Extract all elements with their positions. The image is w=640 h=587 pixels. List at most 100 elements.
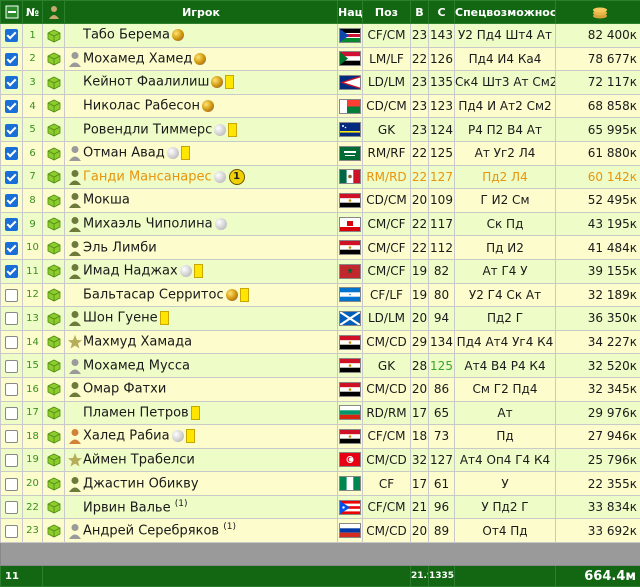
player-cell[interactable]: Шон Гуене [65, 307, 338, 331]
col-player[interactable]: Игрок [65, 1, 338, 24]
table-row[interactable]: 5Ровендли ТиммерсGK23124Р4 П2 В4 Ат65 99… [1, 118, 640, 142]
checkbox-icon[interactable] [5, 407, 18, 420]
player-name[interactable]: Эль Лимби [83, 240, 157, 255]
table-row[interactable]: 1Табо БеремаCF/CM23143У2 Пд4 Шт4 Ат82 40… [1, 24, 640, 48]
player-cell[interactable]: Мохамед Хамед [65, 47, 338, 71]
player-cell[interactable]: Мохамед Мусса [65, 354, 338, 378]
player-cell[interactable]: Бальтасар Серритос [65, 283, 338, 307]
checkbox-icon[interactable] [5, 454, 18, 467]
player-cell[interactable]: Пламен Петров [65, 401, 338, 425]
player-name[interactable]: Халед Рабиа [83, 429, 170, 444]
player-name[interactable]: Аймен Трабелси [83, 452, 195, 467]
player-cell[interactable]: Кейнот Фаалилиш [65, 71, 338, 95]
player-name[interactable]: Отман Авад [83, 146, 165, 161]
player-name[interactable]: Мохамед Хамед [83, 51, 192, 66]
row-checkbox[interactable] [1, 71, 23, 95]
player-name[interactable]: Мохамед Мусса [83, 358, 190, 373]
player-name[interactable]: Пламен Петров [83, 405, 189, 420]
row-checkbox[interactable] [1, 212, 23, 236]
player-cell[interactable]: Махмуд Хамада [65, 330, 338, 354]
player-cell[interactable]: Эль Лимби [65, 236, 338, 260]
player-cell[interactable]: Аймен Трабелси [65, 448, 338, 472]
checkbox-icon[interactable] [5, 383, 18, 396]
row-checkbox[interactable] [1, 236, 23, 260]
checkbox-icon[interactable] [5, 124, 18, 137]
row-checkbox[interactable] [1, 401, 23, 425]
col-specs[interactable]: Спецвозможности [455, 1, 556, 24]
select-all-header[interactable] [1, 1, 23, 24]
table-row[interactable]: 19Аймен ТрабелсиCM/CD32127Ат4 Оп4 Г4 К42… [1, 448, 640, 472]
player-cell[interactable]: Халед Рабиа [65, 425, 338, 449]
checkbox-icon[interactable] [5, 100, 18, 113]
checkbox-icon[interactable] [5, 194, 18, 207]
player-cell[interactable]: Мокша [65, 189, 338, 213]
row-checkbox[interactable] [1, 307, 23, 331]
table-row[interactable]: 2Мохамед ХамедLM/LF22126Пд4 И4 Ка478 677… [1, 47, 640, 71]
table-row[interactable]: 18Халед РабиаCF/CM1873Пд27 946к [1, 425, 640, 449]
player-name[interactable]: Андрей Серебряков [83, 524, 219, 539]
row-checkbox[interactable] [1, 377, 23, 401]
table-row[interactable]: 17Пламен ПетровRD/RM1765Ат29 976к [1, 401, 640, 425]
col-pos[interactable]: Поз [363, 1, 411, 24]
col-num[interactable]: № [23, 1, 43, 24]
table-row[interactable]: 14Махмуд ХамадаCM/CD29134Пд4 Ат4 Уг4 К43… [1, 330, 640, 354]
player-cell[interactable]: Николас Рабесон [65, 94, 338, 118]
row-checkbox[interactable] [1, 354, 23, 378]
player-name[interactable]: Махмуд Хамада [83, 335, 192, 350]
checkbox-icon[interactable] [5, 336, 18, 349]
table-row[interactable]: 12Бальтасар СерритосCF/LF1980У2 Г4 Ск Ат… [1, 283, 640, 307]
player-name[interactable]: Мокша [83, 193, 130, 208]
table-row[interactable]: 6Отман АвадRM/RF22125Ат Уг2 Л461 880к [1, 141, 640, 165]
checkbox-icon[interactable] [5, 430, 18, 443]
checkbox-icon[interactable] [5, 525, 18, 538]
row-checkbox[interactable] [1, 259, 23, 283]
col-nat[interactable]: Нац [338, 1, 363, 24]
row-checkbox[interactable] [1, 495, 23, 519]
row-checkbox[interactable] [1, 330, 23, 354]
table-row[interactable]: 10Эль ЛимбиCM/CF22112Пд И241 484к [1, 236, 640, 260]
col-value[interactable] [556, 1, 640, 24]
table-row[interactable]: 23Андрей Серебряков (1)CM/CD2089От4 Пд33… [1, 519, 640, 543]
row-checkbox[interactable] [1, 189, 23, 213]
player-name[interactable]: Омар Фатхи [83, 382, 166, 397]
player-name[interactable]: Николас Рабесон [83, 99, 200, 114]
table-row[interactable]: 9Михаэль ЧиполинаCM/CF22117Ск Пд43 195к [1, 212, 640, 236]
row-checkbox[interactable] [1, 24, 23, 48]
row-checkbox[interactable] [1, 118, 23, 142]
row-checkbox[interactable] [1, 519, 23, 543]
player-cell[interactable]: Михаэль Чиполина [65, 212, 338, 236]
checkbox-icon[interactable] [5, 171, 18, 184]
checkbox-icon[interactable] [5, 147, 18, 160]
player-name[interactable]: Ганди Мансанарес [83, 169, 212, 184]
row-checkbox[interactable] [1, 448, 23, 472]
table-row[interactable]: 4Николас РабесонCD/CM23123Пд4 И Ат2 См26… [1, 94, 640, 118]
table-row[interactable]: 22Ирвин Валье (1)CF/CM2196У Пд2 Г33 834к [1, 495, 640, 519]
player-cell[interactable]: Табо Берема [65, 24, 338, 48]
table-row[interactable]: 16Омар ФатхиCM/CD2086См Г2 Пд432 345к [1, 377, 640, 401]
player-cell[interactable]: Ирвин Валье (1) [65, 495, 338, 519]
player-cell[interactable]: Ганди Мансанарес1 [65, 165, 338, 189]
col-s[interactable]: С [429, 1, 455, 24]
checkbox-icon[interactable] [5, 360, 18, 373]
checkbox-icon[interactable] [5, 289, 18, 302]
player-name[interactable]: Табо Берема [83, 28, 170, 43]
row-checkbox[interactable] [1, 472, 23, 496]
row-checkbox[interactable] [1, 425, 23, 449]
checkbox-icon[interactable] [5, 53, 18, 66]
player-name[interactable]: Шон Гуене [83, 311, 158, 326]
checkbox-icon[interactable] [5, 218, 18, 231]
row-checkbox[interactable] [1, 141, 23, 165]
player-name[interactable]: Михаэль Чиполина [83, 217, 213, 232]
player-name[interactable]: Бальтасар Серритос [83, 287, 224, 302]
checkbox-icon[interactable] [5, 501, 18, 514]
checkbox-icon[interactable] [5, 242, 18, 255]
checkbox-icon[interactable] [5, 265, 18, 278]
row-checkbox[interactable] [1, 94, 23, 118]
table-row[interactable]: 8МокшаCD/CM20109Г И2 См52 495к [1, 189, 640, 213]
table-row[interactable]: 11Имад НаджахCM/CF1982Ат Г4 У39 155к [1, 259, 640, 283]
player-name[interactable]: Ровендли Тиммерс [83, 122, 212, 137]
player-cell[interactable]: Андрей Серебряков (1) [65, 519, 338, 543]
row-checkbox[interactable] [1, 165, 23, 189]
player-cell[interactable]: Имад Наджах [65, 259, 338, 283]
player-cell[interactable]: Ровендли Тиммерс [65, 118, 338, 142]
